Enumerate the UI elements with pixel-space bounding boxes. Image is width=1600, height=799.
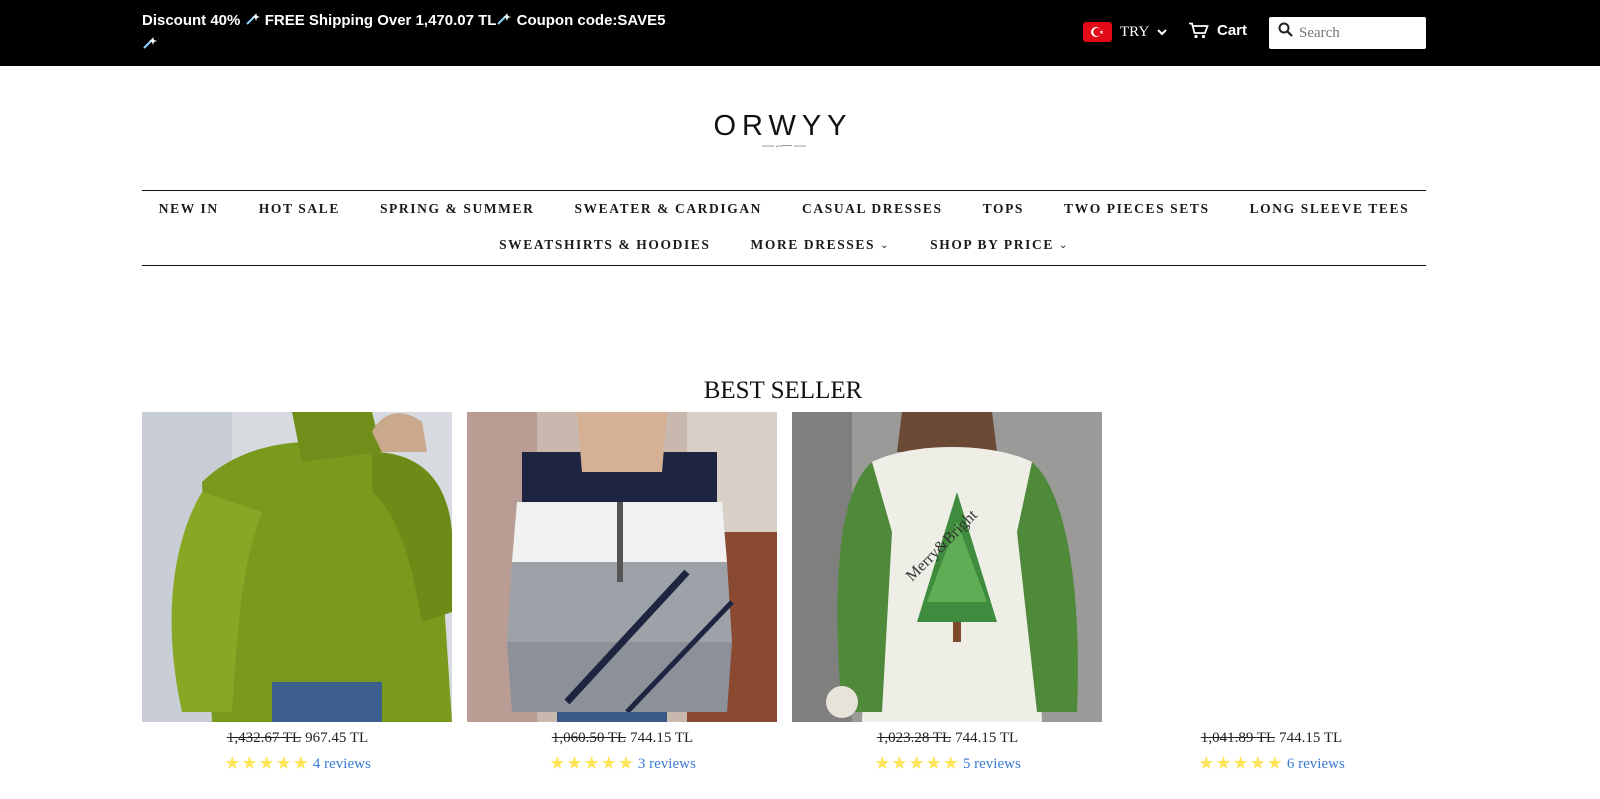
search-input[interactable]: [1299, 24, 1417, 42]
nav-item-spring-summer[interactable]: SPRING & SUMMER: [380, 201, 535, 217]
search-icon[interactable]: [1278, 22, 1293, 37]
product-price: 1,060.50 TL 744.15 TL: [467, 730, 778, 747]
nav-item-two-pieces-sets[interactable]: TWO PIECES SETS: [1064, 201, 1210, 217]
nav-row-1: NEW IN HOT SALE SPRING & SUMMER SWEATER …: [142, 201, 1426, 217]
sale-price: 967.45 TL: [305, 730, 369, 746]
product-price: 1,432.67 TL 967.45 TL: [142, 730, 453, 747]
review-count[interactable]: 3 reviews: [638, 756, 696, 772]
review-count[interactable]: 6 reviews: [1287, 756, 1345, 772]
sparkle-icon: [143, 37, 157, 49]
announcement-discount: Discount 40%: [142, 12, 241, 29]
cart-icon: [1189, 22, 1209, 39]
nav-item-sweatshirts-hoodies[interactable]: SWEATSHIRTS & HOODIES: [499, 237, 710, 253]
product-card[interactable]: 1,060.50 TL 744.15 TL ★★★★★ 3 reviews: [467, 412, 778, 773]
old-price: 1,432.67 TL: [226, 730, 302, 746]
nav-item-new-in[interactable]: NEW IN: [159, 201, 219, 217]
sale-price: 744.15 TL: [955, 730, 1019, 746]
nav-item-hot-sale[interactable]: HOT SALE: [259, 201, 340, 217]
sale-price: 744.15 TL: [630, 730, 694, 746]
announcement-text: Discount 40% FREE Shipping Over 1,470.07…: [142, 9, 682, 57]
product-rating: ★★★★★ 4 reviews: [142, 753, 453, 774]
nav-item-shop-by-price[interactable]: SHOP BY PRICE ⌄: [930, 237, 1069, 253]
old-price: 1,060.50 TL: [551, 730, 627, 746]
site-logo[interactable]: ORWYY: [0, 110, 1566, 143]
section-title: BEST SELLER: [703, 377, 863, 404]
currency-selector[interactable]: TRY: [1083, 22, 1167, 42]
product-rating: ★★★★★ 5 reviews: [792, 753, 1103, 774]
old-price: 1,041.89 TL: [1200, 730, 1276, 746]
old-price: 1,023.28 TL: [876, 730, 952, 746]
nav-item-casual-dresses[interactable]: CASUAL DRESSES: [802, 201, 943, 217]
product-rating: ★★★★★ 3 reviews: [467, 753, 778, 774]
chevron-down-icon: ⌄: [880, 240, 891, 251]
sparkle-icon: [497, 13, 512, 25]
product-image-christmas-tree-sweatshirt[interactable]: Merry&Bright: [792, 412, 1102, 722]
product-price: 1,041.89 TL 744.15 TL: [1116, 730, 1427, 747]
nav-item-long-sleeve-tees[interactable]: LONG SLEEVE TEES: [1250, 201, 1410, 217]
star-rating-icon: ★★★★★: [549, 753, 635, 773]
product-card[interactable]: 1,041.89 TL 744.15 TL ★★★★★ 6 reviews: [1116, 412, 1427, 773]
chevron-down-icon: ⌄: [1058, 240, 1069, 251]
currency-label: TRY: [1120, 23, 1150, 40]
logo-tagline-mark: [762, 144, 806, 148]
product-image-green-sweater[interactable]: [142, 412, 452, 722]
chevron-down-icon: [1157, 28, 1167, 35]
search-box: [1269, 17, 1426, 49]
product-card[interactable]: 1,432.67 TL 967.45 TL ★★★★★ 4 reviews: [142, 412, 453, 773]
product-image-striped-zip-top[interactable]: [467, 412, 777, 722]
nav-row-2: SWEATSHIRTS & HOODIES MORE DRESSES ⌄ SHOP…: [142, 237, 1426, 253]
announcement-bar: Discount 40% FREE Shipping Over 1,470.07…: [0, 0, 1600, 66]
star-rating-icon: ★★★★★: [874, 753, 960, 773]
product-image-placeholder[interactable]: [1116, 412, 1426, 722]
nav-item-tops[interactable]: TOPS: [983, 201, 1024, 217]
product-card[interactable]: Merry&Bright 1,023.28 TL 744.15 TL ★★★★★ 5…: [792, 412, 1103, 773]
announcement-coupon: Coupon code:SAVE5: [516, 12, 666, 29]
review-count[interactable]: 5 reviews: [963, 756, 1021, 772]
product-rating: ★★★★★ 6 reviews: [1116, 753, 1427, 774]
nav-item-label: MORE DRESSES: [750, 237, 876, 252]
nav-item-sweater-cardigan[interactable]: SWEATER & CARDIGAN: [574, 201, 762, 217]
sale-price: 744.15 TL: [1279, 730, 1343, 746]
sparkle-icon: [245, 13, 260, 25]
main-navigation: NEW IN HOT SALE SPRING & SUMMER SWEATER …: [142, 190, 1426, 266]
cart-label: Cart: [1217, 22, 1248, 39]
nav-item-label: SHOP BY PRICE: [930, 237, 1054, 252]
star-rating-icon: ★★★★★: [1198, 753, 1284, 773]
turkey-flag-icon: [1083, 22, 1112, 42]
cart-link[interactable]: Cart: [1188, 22, 1247, 39]
nav-item-more-dresses[interactable]: MORE DRESSES ⌄: [751, 237, 891, 253]
announcement-shipping: FREE Shipping Over 1,470.07 TL: [264, 12, 497, 29]
review-count[interactable]: 4 reviews: [313, 756, 371, 772]
logo-text: ORWYY: [713, 110, 853, 142]
star-rating-icon: ★★★★★: [224, 753, 310, 773]
product-price: 1,023.28 TL 744.15 TL: [792, 730, 1103, 747]
